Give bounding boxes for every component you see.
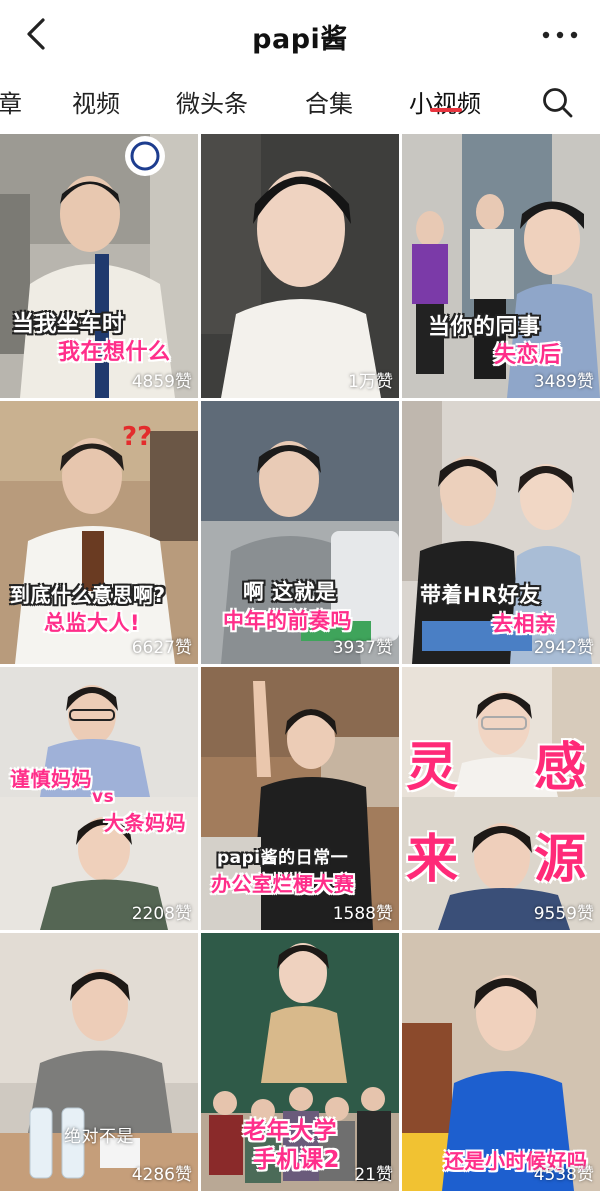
video-caption-line: 带着HR好友 <box>420 583 541 607</box>
likes-count: 9559赞 <box>533 904 594 924</box>
video-caption-line: 失恋后 <box>494 343 562 368</box>
video-caption-line: 手机课2 <box>253 1147 341 1173</box>
likes-count: 4286赞 <box>131 1165 192 1185</box>
likes-count: 2208赞 <box>131 904 192 924</box>
video-caption-line: papi酱的日常一 <box>217 848 349 868</box>
video-card-6[interactable]: 带着HR好友 去相亲 2942赞 <box>402 401 600 664</box>
likes-count: 1588赞 <box>332 904 393 924</box>
video-card-4[interactable]: ?? 到底什么意思啊? 总监大人! 6627赞 <box>0 401 198 664</box>
video-caption-line: 啊 这就是 <box>243 580 337 604</box>
video-caption-line: 总监大人! <box>44 611 141 635</box>
video-caption-line: vs <box>92 787 115 807</box>
video-card-3[interactable]: 当你的同事 失恋后 3489赞 <box>402 134 600 398</box>
likes-count: 1万赞 <box>348 372 393 392</box>
video-caption-line: 来 <box>406 830 459 890</box>
top-bar: papi酱 <box>0 0 600 70</box>
video-caption-line: 我在想什么 <box>58 340 171 365</box>
video-card-2[interactable]: 1万赞 <box>201 134 399 398</box>
video-caption-line: 谨慎妈妈 <box>10 767 92 791</box>
more-button[interactable] <box>540 20 580 50</box>
tab-articles[interactable]: 章 <box>0 84 22 119</box>
video-caption-line: 中年的前奏吗 <box>223 609 352 633</box>
video-caption-line: 源 <box>534 830 587 890</box>
likes-count: 3489赞 <box>533 372 594 392</box>
active-tab-indicator <box>430 108 462 112</box>
video-card-8[interactable]: papi酱的日常一 办公室烂梗大赛 1588赞 <box>201 667 399 930</box>
video-card-10[interactable]: 绝对不是 4286赞 <box>0 933 198 1191</box>
video-caption-line: 大条妈妈 <box>104 811 186 835</box>
video-caption-line: 灵 <box>406 738 459 798</box>
likes-count: 6627赞 <box>131 638 192 658</box>
likes-count: 2942赞 <box>533 638 594 658</box>
video-caption-line: 绝对不是 <box>64 1127 134 1147</box>
video-caption-line: 感 <box>534 738 587 798</box>
video-caption-line: 办公室烂梗大赛 <box>211 872 355 896</box>
search-icon <box>543 88 573 118</box>
likes-count: 4538赞 <box>533 1165 594 1185</box>
video-card-5[interactable]: 啊 这就是 中年的前奏吗 3937赞 <box>201 401 399 664</box>
video-card-12[interactable]: 还是小时候好吗 4538赞 <box>402 933 600 1191</box>
tab-videos[interactable]: 视频 <box>72 84 120 119</box>
video-grid: 当我坐车时 我在想什么 4859赞 1万赞 当你的同事 失恋后 3489赞 ??… <box>0 134 600 1191</box>
likes-count: 21赞 <box>354 1165 393 1185</box>
video-caption-line: 到底什么意思啊? <box>10 583 166 607</box>
likes-count: 4859赞 <box>131 372 192 392</box>
video-card-7[interactable]: 谨慎妈妈 vs 大条妈妈 2208赞 <box>0 667 198 930</box>
video-thumbnail <box>0 933 198 1191</box>
video-card-9[interactable]: 灵 感 来 源 9559赞 <box>402 667 600 930</box>
video-thumbnail <box>201 134 399 398</box>
video-card-11[interactable]: 老年大学 手机课2 21赞 <box>201 933 399 1191</box>
tab-micro-headlines[interactable]: 微头条 <box>176 84 248 119</box>
search-button[interactable] <box>541 86 575 120</box>
tab-bar: 章 视频 微头条 合集 小视频 <box>0 70 600 132</box>
likes-count: 3937赞 <box>332 638 393 658</box>
video-card-1[interactable]: 当我坐车时 我在想什么 4859赞 <box>0 134 198 398</box>
svg-text:??: ?? <box>122 422 152 452</box>
tab-collections[interactable]: 合集 <box>305 84 353 119</box>
more-dots-icon <box>542 31 578 39</box>
tab-short-videos[interactable]: 小视频 <box>409 84 481 119</box>
page-title: papi酱 <box>252 24 348 55</box>
